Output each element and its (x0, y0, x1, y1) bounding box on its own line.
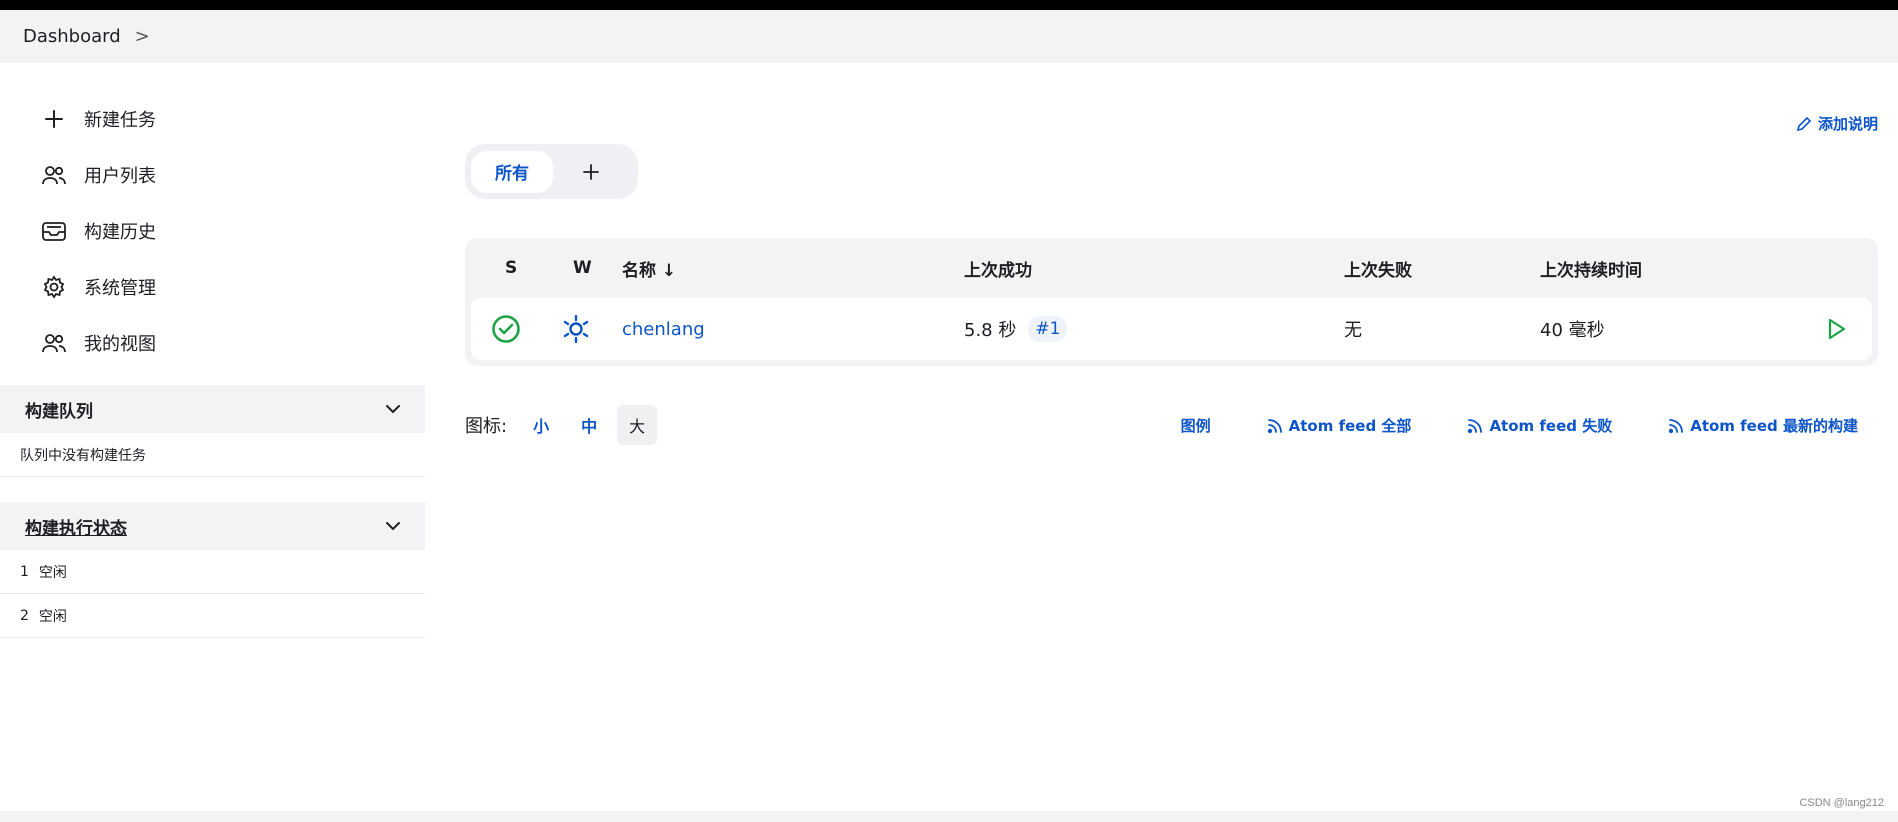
watermark: CSDN @lang212 (1799, 797, 1884, 809)
icon-size-label: 图标: (465, 416, 508, 437)
table-row: chenlang 5.8 秒 #1 无 40 毫秒 (471, 298, 1872, 360)
icon-size-selector: 图标: 小 中 大 (465, 405, 658, 445)
gear-icon (40, 273, 68, 301)
history-icon (40, 217, 68, 245)
icon-size-large[interactable]: 大 (617, 405, 658, 445)
build-queue-header[interactable]: 构建队列 (0, 385, 425, 433)
sidebar-item-my-views[interactable]: 我的视图 (0, 315, 425, 371)
col-name[interactable]: 名称 ↓ (622, 256, 676, 281)
success-status-icon (491, 298, 521, 360)
last-failure-cell: 无 (1344, 320, 1362, 341)
rss-icon (1468, 418, 1483, 433)
sunny-weather-icon (562, 298, 590, 360)
col-last-success[interactable]: 上次成功 (964, 256, 1032, 281)
build-number-link[interactable]: #1 (1028, 316, 1068, 342)
atom-feed-failed-link[interactable]: Atom feed 失败 (1467, 415, 1612, 436)
icon-size-small[interactable]: 小 (521, 405, 561, 445)
legend-link[interactable]: 图例 (1181, 415, 1211, 436)
top-bar (0, 0, 1898, 10)
users-icon (40, 161, 68, 189)
sidebar-item-label: 构建历史 (84, 222, 156, 243)
executor-number: 1 (20, 563, 29, 580)
executor-row: 1 空闲 (0, 550, 425, 594)
build-queue-empty-text: 队列中没有构建任务 (20, 447, 146, 464)
rss-icon (1267, 418, 1282, 433)
atom-feed-latest-link[interactable]: Atom feed 最新的构建 (1668, 415, 1858, 436)
executor-status: 空闲 (38, 608, 67, 625)
last-success-time: 5.8 秒 (964, 320, 1017, 341)
rss-icon (1669, 418, 1684, 433)
users-icon (40, 329, 68, 357)
add-description-link[interactable]: 添加说明 (1796, 113, 1878, 134)
breadcrumb-dashboard[interactable]: Dashboard (23, 26, 121, 47)
sidebar-item-manage[interactable]: 系统管理 (0, 259, 425, 315)
sidebar-item-build-history[interactable]: 构建历史 (0, 203, 425, 259)
job-name-link[interactable]: chenlang (622, 298, 705, 360)
jobs-table: S W 名称 ↓ 上次成功 上次失败 上次持续时间 chenlang 5.8 秒… (465, 238, 1878, 366)
breadcrumb-separator[interactable]: > (135, 26, 150, 47)
col-weather[interactable]: W (573, 258, 592, 278)
chevron-down-icon[interactable] (385, 521, 401, 531)
play-icon (1828, 318, 1846, 340)
footer (0, 811, 1898, 822)
executor-status: 空闲 (38, 564, 67, 581)
executors-header[interactable]: 构建执行状态 (0, 502, 425, 550)
build-queue-title: 构建队列 (25, 401, 93, 422)
plus-icon (582, 163, 599, 180)
breadcrumb: Dashboard > (0, 10, 1898, 63)
sidebar-item-label: 系统管理 (84, 278, 156, 299)
atom-feed-all-label: Atom feed 全部 (1288, 417, 1412, 435)
atom-feed-all-link[interactable]: Atom feed 全部 (1267, 415, 1412, 436)
executor-number: 2 (20, 607, 29, 624)
atom-feed-latest-label: Atom feed 最新的构建 (1690, 417, 1858, 435)
add-description-label: 添加说明 (1817, 115, 1878, 133)
sidebar-item-label: 新建任务 (84, 110, 156, 131)
executors-title[interactable]: 构建执行状态 (25, 514, 127, 539)
build-queue-empty: 队列中没有构建任务 (0, 433, 425, 477)
sidebar-item-users[interactable]: 用户列表 (0, 147, 425, 203)
last-duration-cell: 40 毫秒 (1540, 320, 1605, 341)
table-header: S W 名称 ↓ 上次成功 上次失败 上次持续时间 (471, 238, 1872, 298)
pencil-icon (1796, 116, 1812, 131)
feed-links: 图例 Atom feed 全部 Atom feed 失败 Atom feed 最… (1125, 415, 1858, 436)
plus-icon (40, 105, 68, 133)
chevron-down-icon[interactable] (385, 404, 401, 414)
sidebar-item-new-job[interactable]: 新建任务 (0, 91, 425, 147)
tab-all[interactable]: 所有 (471, 150, 553, 193)
atom-feed-failed-label: Atom feed 失败 (1489, 417, 1613, 435)
build-now-button[interactable] (1824, 298, 1848, 360)
icon-size-medium[interactable]: 中 (569, 405, 609, 445)
add-view-button[interactable] (553, 163, 628, 181)
col-last-duration[interactable]: 上次持续时间 (1540, 256, 1642, 281)
sidebar: 新建任务 用户列表 构建历史 系统管理 我的视图 构建队列 队列中没有构建任务 … (0, 63, 425, 638)
executor-row: 2 空闲 (0, 594, 425, 638)
sidebar-item-label: 我的视图 (84, 334, 156, 355)
col-status[interactable]: S (505, 258, 517, 278)
task-list: 新建任务 用户列表 构建历史 系统管理 我的视图 (0, 63, 425, 371)
last-success-cell: 5.8 秒 #1 (964, 298, 1068, 360)
sidebar-item-label: 用户列表 (84, 166, 156, 187)
view-tabs: 所有 (465, 144, 638, 199)
col-last-failure[interactable]: 上次失败 (1344, 256, 1412, 281)
